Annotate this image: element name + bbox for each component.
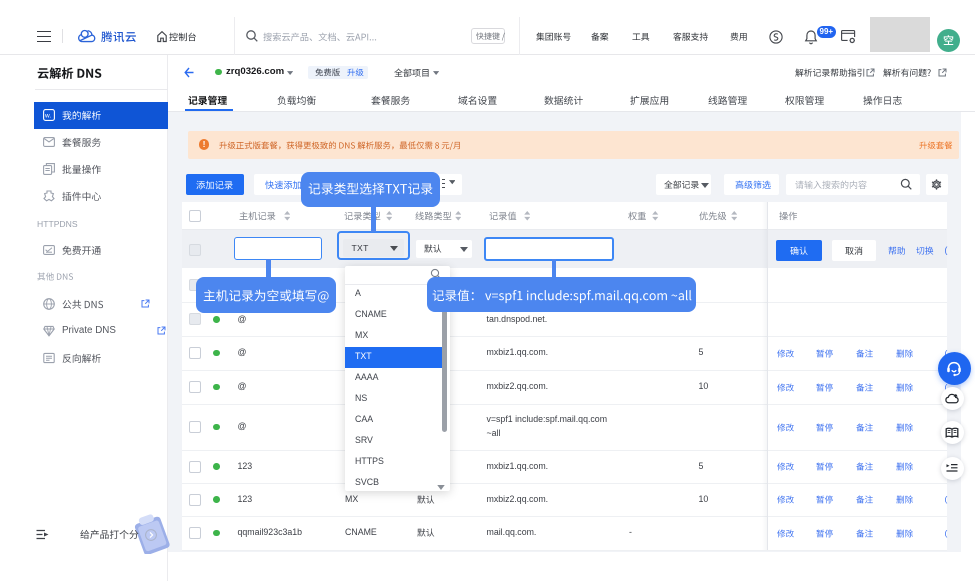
svg-text:w.: w.	[44, 113, 51, 120]
